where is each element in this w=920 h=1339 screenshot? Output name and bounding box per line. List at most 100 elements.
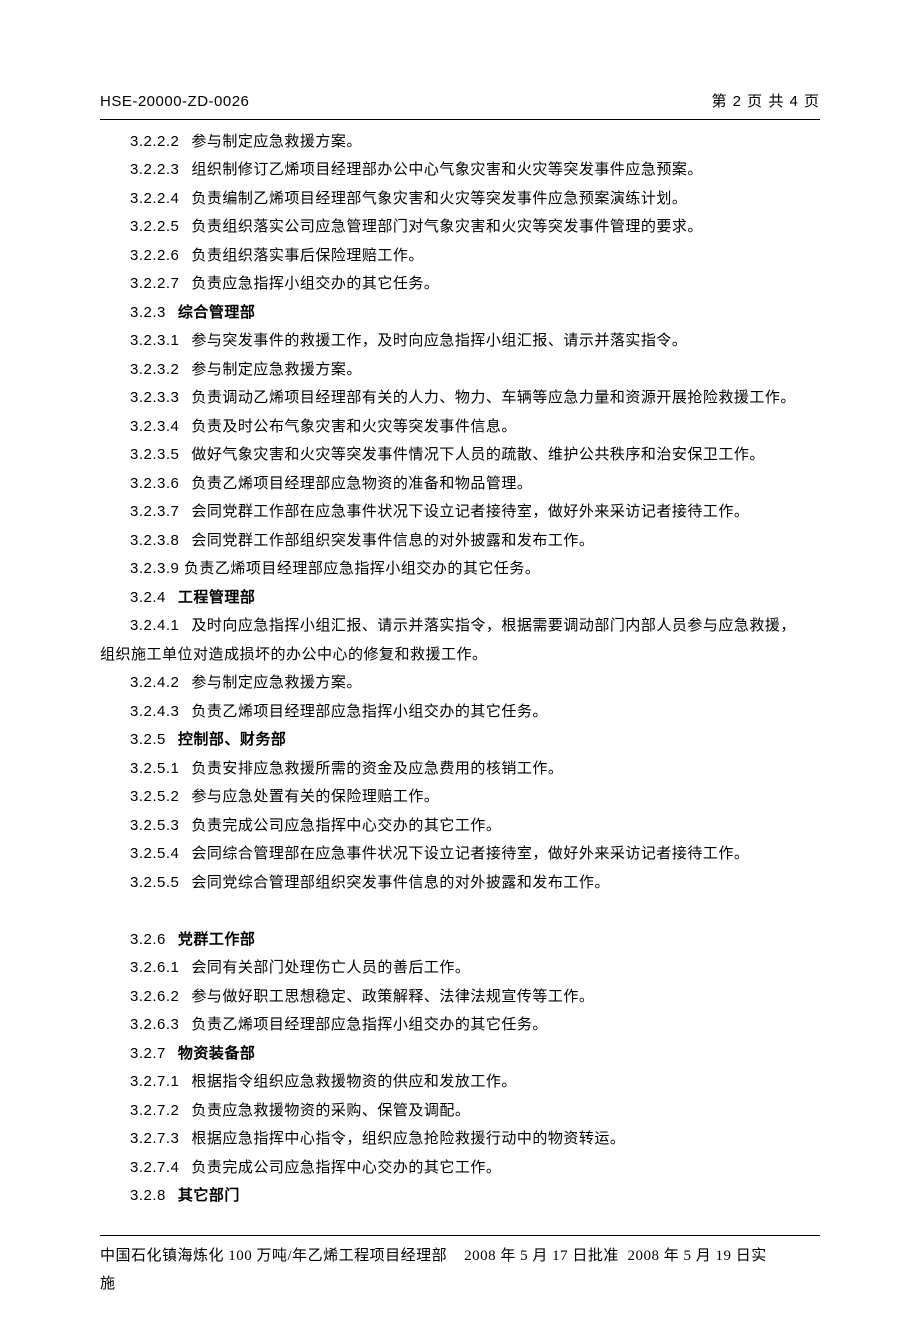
clause-number: 3.2.3.3 xyxy=(130,389,179,406)
body-line: 3.2.7物资装备部 xyxy=(100,1040,820,1069)
body-line: 3.2.5控制部、财务部 xyxy=(100,726,820,755)
clause-text: 会同综合管理部在应急事件状况下设立记者接待室，做好外来采访记者接待工作。 xyxy=(191,846,749,862)
body-line: 3.2.4.1 及时向应急指挥小组汇报、请示并落实指令，根据需要调动部门内部人员参… xyxy=(100,612,820,641)
clause-text: 负责及时公布气象灾害和火灾等突发事件信息。 xyxy=(191,419,517,435)
clause-number: 3.2.6.2 xyxy=(130,988,179,1005)
clause-text: 负责完成公司应急指挥中心交办的其它工作。 xyxy=(191,818,501,834)
clause-text: 及时向应急指挥小组汇报、请示并落实指令，根据需要调动部门内部人员参与应急救援， xyxy=(191,618,796,634)
clause-number: 3.2.3.5 xyxy=(130,446,179,463)
body-line: 3.2.2.2 参与制定应急救援方案。 xyxy=(100,128,820,157)
clause-number: 3.2.5 xyxy=(130,731,166,748)
body-line: 3.2.5.4 会同综合管理部在应急事件状况下设立记者接待室，做好外来采访记者接待… xyxy=(100,840,820,869)
footer-implement-date-part1: 2008 年 5 月 19 日实 xyxy=(627,1248,766,1264)
clause-text: 负责应急指挥小组交办的其它任务。 xyxy=(191,276,439,292)
body-line: 3.2.5.2参与应急处置有关的保险理赔工作。 xyxy=(100,783,820,812)
clause-number: 3.2.2.6 xyxy=(130,247,179,264)
page-header: HSE-20000-ZD-0026 第 2 页 共 4 页 xyxy=(100,88,820,120)
clause-number: 3.2.4 xyxy=(130,589,166,606)
body-line: 3.2.6.3负责乙烯项目经理部应急指挥小组交办的其它任务。 xyxy=(100,1011,820,1040)
clause-number: 3.2.3.9 xyxy=(130,560,179,577)
clause-text: 物资装备部 xyxy=(178,1046,256,1062)
page-number: 第 2 页 共 4 页 xyxy=(711,88,820,117)
clause-text: 会同党群工作部在应急事件状况下设立记者接待室，做好外来采访记者接待工作。 xyxy=(191,504,749,520)
body-line: 3.2.4.3 负责乙烯项目经理部应急指挥小组交办的其它任务。 xyxy=(100,698,820,727)
clause-number: 3.2.4.1 xyxy=(130,617,179,634)
clause-text: 工程管理部 xyxy=(178,590,256,606)
clause-text: 综合管理部 xyxy=(178,305,256,321)
body-line: 3.2.7.1 根据指令组织应急救援物资的供应和发放工作。 xyxy=(100,1068,820,1097)
document-body: 3.2.2.2 参与制定应急救援方案。 3.2.2.3组织制修订乙烯项目经理部办公中… xyxy=(100,128,820,1211)
body-line: 3.2.3.1参与突发事件的救援工作，及时向应急指挥小组汇报、请示并落实指令。 xyxy=(100,327,820,356)
body-line: 3.2.3综合管理部 xyxy=(100,299,820,328)
clause-text: 负责乙烯项目经理部应急物资的准备和物品管理。 xyxy=(191,476,532,492)
clause-number: 3.2.5.3 xyxy=(130,817,179,834)
body-line: 3.2.3.7 会同党群工作部在应急事件状况下设立记者接待室，做好外来采访记者接待… xyxy=(100,498,820,527)
clause-number: 3.2.3.4 xyxy=(130,418,179,435)
clause-text: 负责编制乙烯项目经理部气象灾害和火灾等突发事件应急预案演练计划。 xyxy=(191,191,687,207)
body-line: 3.2.5.5 会同党综合管理部组织突发事件信息的对外披露和发布工作。 xyxy=(100,869,820,898)
body-line: 3.2.3.3负责调动乙烯项目经理部有关的人力、物力、车辆等应急力量和资源开展抢… xyxy=(100,384,820,413)
body-line: 3.2.3.9 负责乙烯项目经理部应急指挥小组交办的其它任务。 xyxy=(100,555,820,584)
document-id: HSE-20000-ZD-0026 xyxy=(100,88,249,117)
clause-number: 3.2.2.5 xyxy=(130,218,179,235)
clause-number: 3.2.2.7 xyxy=(130,275,179,292)
clause-number: 3.2.5.1 xyxy=(130,760,179,777)
clause-number: 3.2.3.8 xyxy=(130,532,179,549)
body-line: 3.2.2.6 负责组织落实事后保险理赔工作。 xyxy=(100,242,820,271)
body-line: 3.2.6.2参与做好职工思想稳定、政策解释、法律法规宣传等工作。 xyxy=(100,983,820,1012)
clause-text: 负责组织落实事后保险理赔工作。 xyxy=(191,248,424,264)
clause-text: 负责完成公司应急指挥中心交办的其它工作。 xyxy=(191,1160,501,1176)
clause-number: 3.2.7.4 xyxy=(130,1159,179,1176)
clause-number: 3.2.4.3 xyxy=(130,703,179,720)
clause-number: 3.2.4.2 xyxy=(130,674,179,691)
clause-number: 3.2.2.4 xyxy=(130,190,179,207)
body-line: 3.2.2.5 负责组织落实公司应急管理部门对气象灾害和火灾等突发事件管理的要求。 xyxy=(100,213,820,242)
clause-number: 3.2.7.2 xyxy=(130,1102,179,1119)
clause-number: 3.2.2.2 xyxy=(130,133,179,150)
clause-text: 参与制定应急救援方案。 xyxy=(191,675,362,691)
body-line: 3.2.5.1 负责安排应急救援所需的资金及应急费用的核销工作。 xyxy=(100,755,820,784)
clause-text: 组织制修订乙烯项目经理部办公中心气象灾害和火灾等突发事件应急预案。 xyxy=(191,162,703,178)
clause-text: 负责乙烯项目经理部应急指挥小组交办的其它任务。 xyxy=(191,1017,548,1033)
clause-number: 3.2.3.6 xyxy=(130,475,179,492)
clause-text: 负责乙烯项目经理部应急指挥小组交办的其它任务。 xyxy=(184,561,541,577)
clause-number: 3.2.5.2 xyxy=(130,788,179,805)
body-line: 3.2.3.4 负责及时公布气象灾害和火灾等突发事件信息。 xyxy=(100,413,820,442)
body-line: 组织施工单位对造成损坏的办公中心的修复和救援工作。 xyxy=(100,641,820,670)
clause-text: 会同党综合管理部组织突发事件信息的对外披露和发布工作。 xyxy=(191,875,610,891)
clause-text: 党群工作部 xyxy=(178,932,256,948)
clause-text: 负责安排应急救援所需的资金及应急费用的核销工作。 xyxy=(191,761,563,777)
clause-text: 根据应急指挥中心指令，组织应急抢险救援行动中的物资转运。 xyxy=(191,1131,625,1147)
body-line: 3.2.4 工程管理部 xyxy=(100,584,820,613)
body-line: 3.2.7.4 负责完成公司应急指挥中心交办的其它工作。 xyxy=(100,1154,820,1183)
clause-text: 负责乙烯项目经理部应急指挥小组交办的其它任务。 xyxy=(191,704,548,720)
clause-number: 3.2.6 xyxy=(130,931,166,948)
body-line: 3.2.6 党群工作部 xyxy=(100,926,820,955)
clause-text: 其它部门 xyxy=(178,1188,240,1204)
clause-text: 参与制定应急救援方案。 xyxy=(191,134,362,150)
clause-number: 3.2.7.1 xyxy=(130,1073,179,1090)
body-line xyxy=(100,897,820,926)
body-line: 3.2.3.6 负责乙烯项目经理部应急物资的准备和物品管理。 xyxy=(100,470,820,499)
clause-text: 根据指令组织应急救援物资的供应和发放工作。 xyxy=(191,1074,517,1090)
body-line: 3.2.3.8会同党群工作部组织突发事件信息的对外披露和发布工作。 xyxy=(100,527,820,556)
clause-text: 参与突发事件的救援工作，及时向应急指挥小组汇报、请示并落实指令。 xyxy=(191,333,687,349)
clause-text: 负责组织落实公司应急管理部门对气象灾害和火灾等突发事件管理的要求。 xyxy=(191,219,703,235)
body-line: 3.2.2.7 负责应急指挥小组交办的其它任务。 xyxy=(100,270,820,299)
body-line: 3.2.3.5做好气象灾害和火灾等突发事件情况下人员的疏散、维护公共秩序和治安保… xyxy=(100,441,820,470)
body-line: 3.2.6.1会同有关部门处理伤亡人员的善后工作。 xyxy=(100,954,820,983)
body-line: 3.2.2.4 负责编制乙烯项目经理部气象灾害和火灾等突发事件应急预案演练计划。 xyxy=(100,185,820,214)
clause-number: 3.2.3.7 xyxy=(130,503,179,520)
footer-implement-date-part2: 施 xyxy=(100,1276,116,1292)
body-line: 3.2.4.2 参与制定应急救援方案。 xyxy=(100,669,820,698)
clause-number: 3.2.6.1 xyxy=(130,959,179,976)
body-line: 3.2.2.3组织制修订乙烯项目经理部办公中心气象灾害和火灾等突发事件应急预案。 xyxy=(100,156,820,185)
body-line: 3.2.7.3根据应急指挥中心指令，组织应急抢险救援行动中的物资转运。 xyxy=(100,1125,820,1154)
clause-number: 3.2.8 xyxy=(130,1187,166,1204)
clause-text: 负责应急救援物资的采购、保管及调配。 xyxy=(191,1103,470,1119)
clause-number: 3.2.5.4 xyxy=(130,845,179,862)
body-line: 3.2.5.3 负责完成公司应急指挥中心交办的其它工作。 xyxy=(100,812,820,841)
body-line: 3.2.8 其它部门 xyxy=(100,1182,820,1211)
body-line: 3.2.3.2参与制定应急救援方案。 xyxy=(100,356,820,385)
clause-number: 3.2.5.5 xyxy=(130,874,179,891)
